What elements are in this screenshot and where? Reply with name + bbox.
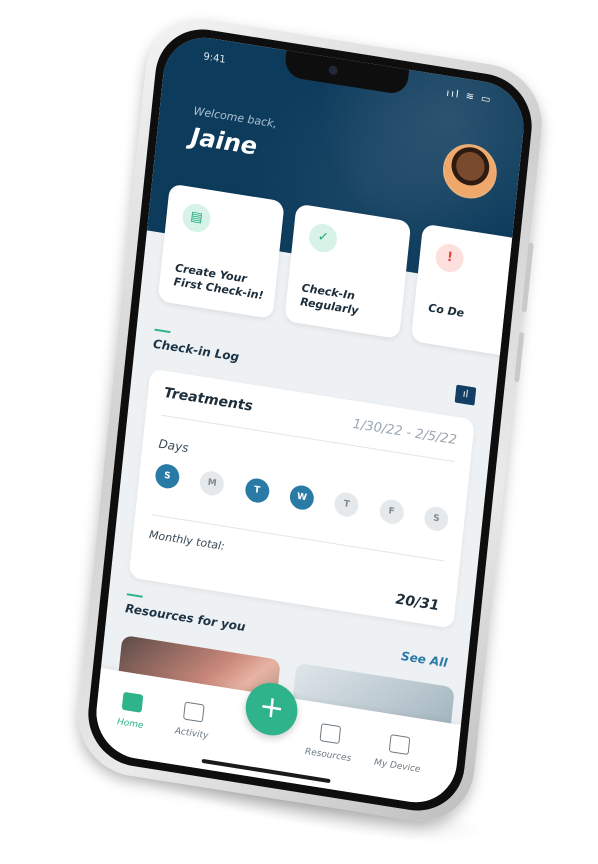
activity-icon bbox=[183, 701, 205, 723]
tab-label: Home bbox=[116, 717, 144, 732]
monthly-total-value: 20/31 bbox=[394, 591, 441, 615]
card-create-first-checkin[interactable]: ▤ Create Your First Check-in! bbox=[157, 183, 285, 319]
card-label: Create Your First Check-in! bbox=[173, 261, 265, 303]
section-accent bbox=[126, 593, 143, 598]
day-circle[interactable]: S bbox=[154, 462, 181, 491]
treatments-title: Treatments bbox=[163, 384, 254, 415]
day-circle[interactable]: F bbox=[378, 497, 405, 526]
card-label: Check-In Regularly bbox=[299, 281, 360, 318]
day-circle[interactable]: T bbox=[243, 476, 271, 505]
doc-plus-icon: ▤ bbox=[181, 201, 212, 235]
book-icon bbox=[319, 723, 342, 745]
status-icons: ııl ≋ ▭ bbox=[445, 87, 493, 107]
day-circle[interactable]: T bbox=[333, 490, 360, 519]
user-name: Jaine bbox=[189, 122, 259, 161]
home-icon bbox=[121, 691, 144, 713]
card-checkin-regularly[interactable]: ✓ Check-In Regularly bbox=[284, 203, 412, 340]
days-label: Days bbox=[157, 436, 190, 456]
tab-my-device[interactable]: My Device bbox=[362, 730, 435, 777]
day-circle[interactable]: W bbox=[288, 483, 315, 512]
chart-icon[interactable]: ıl bbox=[454, 384, 477, 406]
tab-resources[interactable]: Resources bbox=[293, 719, 366, 766]
day-circle[interactable]: S bbox=[423, 505, 450, 533]
section-accent bbox=[154, 328, 171, 334]
phone-mockup: 9:41 ııl ≋ ▭ Welcome back, Jaine ▤ Creat… bbox=[72, 10, 548, 830]
date-range[interactable]: 1/30/22 - 2/5/22 bbox=[352, 417, 457, 448]
alert-icon: ! bbox=[434, 241, 465, 275]
resources-title: Resources for you bbox=[124, 601, 247, 635]
status-time: 9:41 bbox=[202, 51, 227, 66]
checkin-log-title: Check-in Log bbox=[152, 336, 240, 365]
tab-activity[interactable]: Activity bbox=[156, 698, 229, 745]
treatments-card[interactable]: Treatments 1/30/22 - 2/5/22 Days S M T W… bbox=[128, 368, 475, 629]
camera-icon bbox=[328, 65, 339, 76]
avatar[interactable] bbox=[440, 140, 500, 203]
tab-label: Resources bbox=[304, 746, 352, 765]
doc-check-icon: ✓ bbox=[307, 221, 339, 255]
monthly-total-label: Monthly total: bbox=[148, 528, 226, 553]
day-circle[interactable]: M bbox=[199, 469, 226, 498]
tab-label: Activity bbox=[174, 726, 209, 742]
tab-label: My Device bbox=[373, 757, 421, 776]
app-screen: 9:41 ııl ≋ ▭ Welcome back, Jaine ▤ Creat… bbox=[92, 31, 528, 809]
see-all-link[interactable]: See All bbox=[400, 649, 448, 670]
device-icon bbox=[388, 734, 411, 756]
